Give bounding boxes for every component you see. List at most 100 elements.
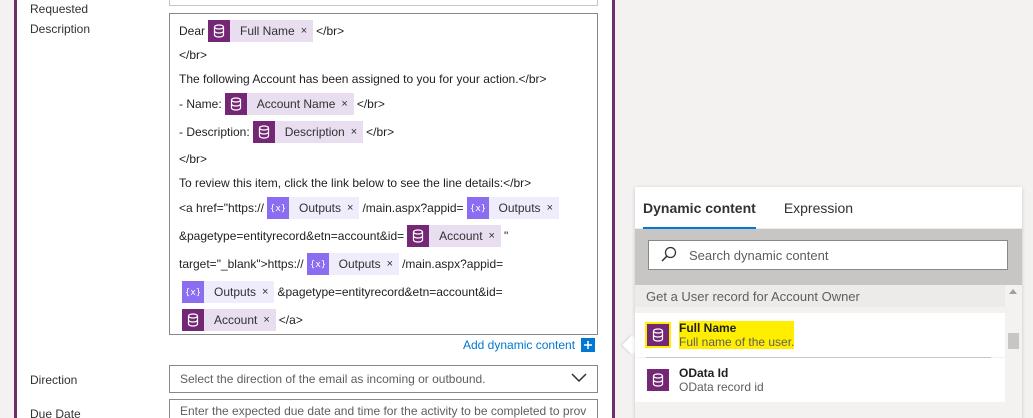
token-label: Account Name [256,97,336,111]
item-name: Full Name [679,321,795,335]
expression-icon: {x} [182,281,204,303]
search-area: Search dynamic content [635,229,1022,285]
editor-text: </br> [179,48,208,62]
remove-token-icon[interactable]: × [263,314,275,326]
action-card: Requested Description Dear Full Name × <… [14,0,615,418]
search-placeholder: Search dynamic content [689,247,829,263]
editor-text: </br> [366,125,395,139]
editor-text: <a href="https:// [179,201,264,215]
group-header: Get a User record for Account Owner [635,285,1005,307]
dynamic-content-panel: Dynamic content Expression Search dynami… [635,187,1022,418]
dataverse-icon [407,225,430,247]
remove-token-icon[interactable]: × [341,98,353,110]
remove-token-icon[interactable]: × [387,258,399,270]
dynamic-content-list: Get a User record for Account Owner Full… [635,285,1005,418]
editor-line: </br> [179,43,207,67]
description-editor[interactable]: Dear Full Name × </br> </br> The followi… [169,13,598,335]
remove-token-icon[interactable]: × [301,25,313,37]
editor-text: - Name: [179,97,222,111]
editor-text: &pagetype=entityrecord&etn=account&id= [179,229,405,243]
svg-text:{x}: {x} [311,260,325,270]
editor-text: " [503,229,509,243]
svg-text:{x}: {x} [471,204,485,214]
token-full-name[interactable]: Full Name × [208,20,314,42]
editor-text: </a> [278,313,303,327]
editor-line: - Name: Account Name × </br> [179,92,385,116]
list-item-full-name[interactable]: Full Name Full name of the user. [635,313,1005,357]
token-outputs[interactable]: {x} Outputs × [266,197,360,219]
remove-token-icon[interactable]: × [351,126,363,138]
token-label: Description [284,125,345,139]
token-account[interactable]: Account × [407,225,501,247]
requested-label: Requested [30,2,89,16]
add-dynamic-content-label: Add dynamic content [463,338,576,352]
direction-select[interactable]: Select the direction of the email as inc… [169,365,598,393]
editor-text: </br> [356,97,385,111]
token-label: Account [439,229,483,243]
item-description: OData record id [679,380,764,394]
editor-line: <a href="https:// {x} Outputs × /main.as… [179,196,562,220]
direction-label: Direction [30,373,78,387]
direction-placeholder: Select the direction of the email as inc… [180,372,486,386]
item-name: OData Id [679,366,729,380]
svg-text:{x}: {x} [271,204,285,214]
due-date-label: Due Date [30,407,81,418]
editor-text: The following Account has been assigned … [179,72,547,86]
scrollbar[interactable] [1005,285,1022,418]
token-account[interactable]: Account × [182,309,276,331]
search-input[interactable]: Search dynamic content [648,240,1008,270]
editor-text: /main.aspx?appid= [362,201,464,215]
editor-line: The following Account has been assigned … [179,67,547,91]
editor-line: Dear Full Name × </br> [179,19,344,43]
remove-token-icon[interactable]: × [489,230,501,242]
editor-text: </br> [179,152,208,166]
editor-line: {x} Outputs × &pagetype=entityrecord&etn… [179,280,503,304]
dataverse-icon [647,369,669,391]
editor-text: target="_blank">https:// [179,257,304,271]
token-outputs[interactable]: {x} Outputs × [466,197,559,219]
dataverse-icon [252,121,275,143]
list-item-odata-id[interactable]: OData Id OData record id [635,358,1005,402]
editor-line: </br> [179,147,207,171]
tab-expression[interactable]: Expression [784,187,853,229]
due-date-input[interactable]: Enter the expected due date and time for… [169,399,598,418]
editor-line: Account × </a> [179,308,303,332]
remove-token-icon[interactable]: × [347,202,359,214]
panel-tabs: Dynamic content Expression [635,187,1022,229]
token-outputs[interactable]: {x} Outputs × [306,253,400,275]
token-label: Full Name [240,24,295,38]
dataverse-icon [182,309,204,331]
dataverse-icon [647,324,669,346]
editor-text: Dear [179,24,206,38]
add-dynamic-content-link[interactable]: Add dynamic content [463,338,596,352]
dataverse-icon [224,93,247,115]
editor-line: - Description: Description × </br> [179,120,394,144]
editor-text: </br> [316,24,345,38]
scroll-up-icon[interactable] [1009,289,1017,294]
svg-text:{x}: {x} [186,288,200,298]
plus-icon [581,338,596,352]
token-description[interactable]: Description × [252,121,364,143]
search-icon [661,246,689,265]
editor-line: To review this item, click the link belo… [179,171,531,195]
editor-line: target="_blank">https:// {x} Outputs × /… [179,252,503,276]
token-label: Account [214,313,258,327]
remove-token-icon[interactable]: × [547,202,559,214]
token-label: Outputs [298,201,342,215]
remove-token-icon[interactable]: × [262,286,274,298]
token-label: Outputs [498,201,541,215]
tab-dynamic-content[interactable]: Dynamic content [643,187,756,229]
token-label: Outputs [338,257,381,271]
expression-icon: {x} [266,197,289,219]
item-description: Full name of the user. [679,335,795,349]
chevron-down-icon [571,372,587,386]
token-account-name[interactable]: Account Name × [224,93,354,115]
editor-line: &pagetype=entityrecord&etn=account&id= A… [179,224,508,248]
requested-field[interactable] [169,0,598,6]
token-outputs[interactable]: {x} Outputs × [182,281,275,303]
expression-icon: {x} [306,253,329,275]
token-label: Outputs [214,285,257,299]
editor-text: /main.aspx?appid= [402,257,504,271]
editor-text: &pagetype=entityrecord&etn=account&id= [277,285,503,299]
scroll-thumb[interactable] [1008,333,1019,349]
